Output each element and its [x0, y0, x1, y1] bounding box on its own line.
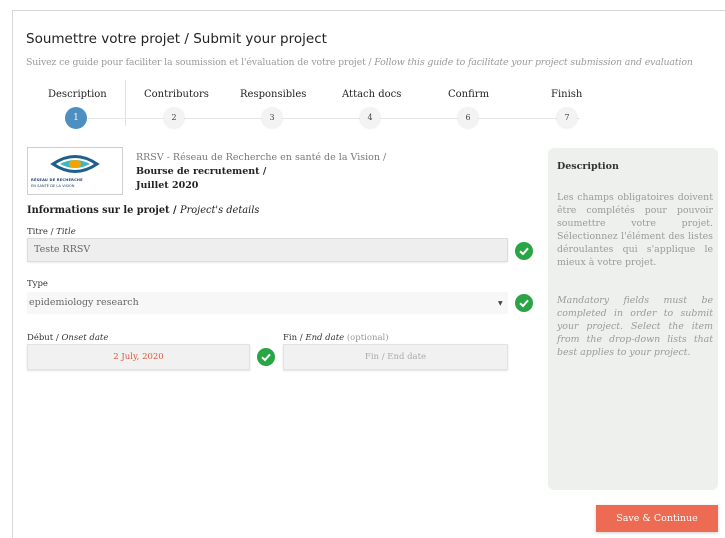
end-date-label-en: End date — [305, 333, 345, 343]
start-date-label: Début / Onset date — [27, 333, 108, 343]
step-circle-3[interactable]: 3 — [262, 108, 282, 128]
description-title: Description — [557, 161, 619, 172]
tab-confirm[interactable]: Confirm — [448, 89, 489, 100]
stepper-track — [80, 118, 580, 119]
program-date: Juillet 2020 — [136, 180, 199, 191]
logo-text-bottom: EN SANTÉ DE LA VISION — [31, 184, 75, 188]
section-title-en: Project's details — [180, 205, 260, 216]
program-name: Bourse de recrutement / — [136, 166, 267, 177]
step-circle-4[interactable]: 4 — [360, 108, 380, 128]
eye-logo-icon — [50, 155, 100, 173]
chevron-down-icon[interactable]: ▼ — [498, 300, 503, 307]
step-circle-2[interactable]: 2 — [164, 108, 184, 128]
section-title-fr: Informations sur le projet / — [27, 205, 180, 216]
tab-description[interactable]: Description — [48, 89, 107, 100]
tab-attach-docs[interactable]: Attach docs — [342, 89, 401, 100]
stepper-divider — [125, 80, 126, 126]
step-circle-1[interactable]: 1 — [65, 107, 87, 129]
page-subtitle: Suivez ce guide pour faciliter la soumis… — [26, 57, 716, 68]
title-input[interactable]: Teste RRSV — [27, 238, 508, 262]
end-date-label: Fin / End date (optional) — [283, 333, 389, 343]
type-label: Type — [27, 279, 48, 289]
start-date-input[interactable]: 2 July, 2020 — [27, 344, 250, 370]
title-label: Titre / Title — [27, 227, 76, 237]
description-text-fr: Les champs obligatoires doivent être com… — [557, 192, 713, 268]
section-title: Informations sur le projet / Project's d… — [27, 205, 259, 216]
end-date-optional: (optional) — [344, 333, 389, 343]
tab-responsibles[interactable]: Responsibles — [240, 89, 306, 100]
subtitle-en: Follow this guide to facilitate your pro… — [374, 57, 693, 68]
organization-logo: RÉSEAU DE RECHERCHE EN SANTÉ DE LA VISIO… — [27, 147, 123, 195]
step-circle-5[interactable]: 6 — [458, 108, 478, 128]
title-valid-check-icon — [515, 242, 533, 260]
tab-contributors[interactable]: Contributors — [144, 89, 209, 100]
page-title: Soumettre votre projet / Submit your pro… — [26, 31, 327, 47]
step-circle-6[interactable]: 7 — [557, 108, 577, 128]
end-date-label-fr: Fin / — [283, 333, 306, 343]
start-date-label-en: Onset date — [61, 333, 109, 343]
tab-finish[interactable]: Finish — [551, 89, 582, 100]
title-label-en: Title — [56, 227, 76, 237]
subtitle-fr: Suivez ce guide pour faciliter la soumis… — [26, 57, 375, 68]
type-select[interactable]: epidemiology research — [27, 292, 508, 314]
description-panel: Description Les champs obligatoires doiv… — [548, 148, 718, 490]
start-date-valid-check-icon — [257, 348, 275, 366]
logo-text-top: RÉSEAU DE RECHERCHE — [31, 178, 83, 182]
type-valid-check-icon — [515, 294, 533, 312]
end-date-input[interactable]: Fin / End date — [283, 344, 508, 370]
title-label-fr: Titre / — [27, 227, 57, 237]
organization-name: RRSV - Réseau de Recherche en santé de l… — [136, 152, 387, 163]
start-date-label-fr: Début / — [27, 333, 62, 343]
save-continue-button[interactable]: Save & Continue — [596, 505, 718, 532]
description-text-en: Mandatory fields must be completed in or… — [557, 295, 713, 358]
